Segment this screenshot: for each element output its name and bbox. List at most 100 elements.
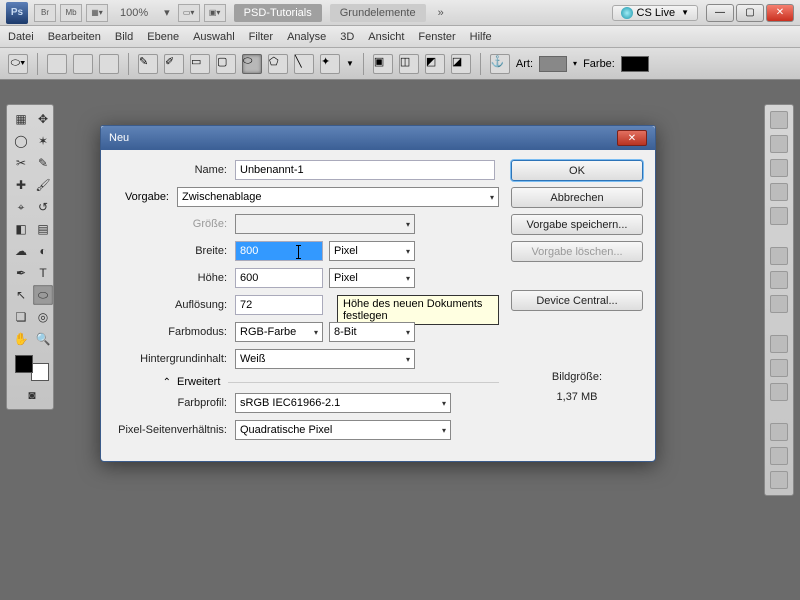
aufloesung-input[interactable]: 72: [235, 295, 323, 315]
color-swatches[interactable]: [11, 353, 53, 383]
maximize-button[interactable]: ▢: [736, 4, 764, 22]
path-combine1-icon[interactable]: ▣: [373, 54, 393, 74]
path-select-icon[interactable]: ↖: [11, 285, 31, 305]
blur-tool-icon[interactable]: ☁: [11, 241, 31, 261]
abbrechen-button[interactable]: Abbrechen: [511, 187, 643, 208]
eyedropper-tool-icon[interactable]: ✎: [33, 153, 53, 173]
menu-bearbeiten[interactable]: Bearbeiten: [48, 31, 101, 43]
path-combine2-icon[interactable]: ◫: [399, 54, 419, 74]
ellipse-preset-icon[interactable]: ⬭▾: [8, 54, 28, 74]
ellipse-shape-icon[interactable]: ⬭: [242, 54, 262, 74]
ok-button[interactable]: OK: [511, 160, 643, 181]
menu-filter[interactable]: Filter: [249, 31, 273, 43]
panel-icon[interactable]: [770, 447, 788, 465]
gradient-tool-icon[interactable]: ▤: [33, 219, 53, 239]
close-button[interactable]: ✕: [766, 4, 794, 22]
brush-tool-icon[interactable]: 🖌: [33, 175, 53, 195]
dialog-titlebar[interactable]: Neu ✕: [101, 126, 655, 150]
collapse-icon[interactable]: ⌃: [113, 377, 177, 388]
workspace-tab-inactive[interactable]: Grundelemente: [330, 4, 426, 22]
cs-live-button[interactable]: CS Live ▼: [612, 5, 698, 21]
panel-icon[interactable]: [770, 471, 788, 489]
panel-icon[interactable]: [770, 335, 788, 353]
hand-tool-icon[interactable]: ✋: [11, 329, 31, 349]
zoom-tool-icon[interactable]: 🔍: [33, 329, 53, 349]
pen-tool-icon[interactable]: ✒: [11, 263, 31, 283]
panel-icon[interactable]: [770, 383, 788, 401]
fill-pixels-icon[interactable]: [99, 54, 119, 74]
panel-icon[interactable]: [770, 359, 788, 377]
farbtiefe-select[interactable]: 8-Bit: [329, 322, 415, 342]
path-combine4-icon[interactable]: ◪: [451, 54, 471, 74]
bridge-icon[interactable]: Br: [34, 4, 56, 22]
pixel-sv-select[interactable]: Quadratische Pixel: [235, 420, 451, 440]
chevron-down-icon[interactable]: ▾: [573, 59, 577, 68]
bg-color-swatch[interactable]: [31, 363, 49, 381]
move-arrow-icon[interactable]: ✥: [33, 109, 53, 129]
fg-color-swatch[interactable]: [15, 355, 33, 373]
vorgabe-speichern-button[interactable]: Vorgabe speichern...: [511, 214, 643, 235]
breite-unit-select[interactable]: Pixel: [329, 241, 415, 261]
panel-icon[interactable]: [770, 183, 788, 201]
dodge-tool-icon[interactable]: ◐: [33, 241, 53, 261]
farbmodus-select[interactable]: RGB-Farbe: [235, 322, 323, 342]
quickmask-icon[interactable]: ◙: [11, 385, 53, 405]
shape-layer-icon[interactable]: [47, 54, 67, 74]
panel-icon[interactable]: [770, 207, 788, 225]
3d-tool-icon[interactable]: ❏: [11, 307, 31, 327]
wand-tool-icon[interactable]: ✶: [33, 131, 53, 151]
style-swatch[interactable]: [539, 56, 567, 72]
menu-analyse[interactable]: Analyse: [287, 31, 326, 43]
line-shape-icon[interactable]: ╲: [294, 54, 314, 74]
polygon-shape-icon[interactable]: ⬠: [268, 54, 288, 74]
panel-icon[interactable]: [770, 271, 788, 289]
menu-bild[interactable]: Bild: [115, 31, 133, 43]
lasso-tool-icon[interactable]: ◯: [11, 131, 31, 151]
type-tool-icon[interactable]: T: [33, 263, 53, 283]
minimize-button[interactable]: —: [706, 4, 734, 22]
healing-tool-icon[interactable]: ✚: [11, 175, 31, 195]
menu-datei[interactable]: Datei: [8, 31, 34, 43]
menu-3d[interactable]: 3D: [340, 31, 354, 43]
panel-icon[interactable]: [770, 423, 788, 441]
crop-tool-icon[interactable]: ✂: [11, 153, 31, 173]
breite-input[interactable]: 800: [235, 241, 323, 261]
path-combine3-icon[interactable]: ◩: [425, 54, 445, 74]
minibridge-icon[interactable]: Mb: [60, 4, 82, 22]
panel-icon[interactable]: [770, 135, 788, 153]
view-extras-icon[interactable]: ▦▾: [86, 4, 108, 22]
arrange-icon[interactable]: ▭▾: [178, 4, 200, 22]
menu-ansicht[interactable]: Ansicht: [368, 31, 404, 43]
hoehe-unit-select[interactable]: Pixel: [329, 268, 415, 288]
menu-ebene[interactable]: Ebene: [147, 31, 179, 43]
custom-shape-icon[interactable]: ✦: [320, 54, 340, 74]
farbprofil-select[interactable]: sRGB IEC61966-2.1: [235, 393, 451, 413]
workspace-tab-active[interactable]: PSD-Tutorials: [234, 4, 322, 22]
dialog-close-button[interactable]: ✕: [617, 130, 647, 146]
menu-fenster[interactable]: Fenster: [418, 31, 455, 43]
menu-auswahl[interactable]: Auswahl: [193, 31, 235, 43]
photoshop-logo[interactable]: Ps: [6, 2, 28, 24]
more-workspaces-icon[interactable]: »: [438, 7, 444, 19]
color-swatch[interactable]: [621, 56, 649, 72]
panel-icon[interactable]: [770, 159, 788, 177]
chevron-down-icon[interactable]: ▼: [346, 59, 354, 68]
path-icon[interactable]: [73, 54, 93, 74]
eraser-tool-icon[interactable]: ◧: [11, 219, 31, 239]
rect-shape-icon[interactable]: ▭: [190, 54, 210, 74]
hginhalt-select[interactable]: Weiß: [235, 349, 415, 369]
pen-icon[interactable]: ✎: [138, 54, 158, 74]
erweitert-label[interactable]: Erweitert: [177, 376, 220, 388]
rounded-rect-icon[interactable]: ▢: [216, 54, 236, 74]
panel-icon[interactable]: [770, 111, 788, 129]
panel-icon[interactable]: [770, 247, 788, 265]
device-central-button[interactable]: Device Central...: [511, 290, 643, 311]
name-input[interactable]: Unbenannt-1: [235, 160, 495, 180]
zoom-dropdown-icon[interactable]: ▾: [164, 6, 170, 19]
zoom-level[interactable]: 100%: [120, 7, 148, 19]
move-tool-icon[interactable]: ▦: [11, 109, 31, 129]
stamp-tool-icon[interactable]: ⌖: [11, 197, 31, 217]
panel-icon[interactable]: [770, 295, 788, 313]
hoehe-input[interactable]: 600: [235, 268, 323, 288]
history-brush-icon[interactable]: ↺: [33, 197, 53, 217]
